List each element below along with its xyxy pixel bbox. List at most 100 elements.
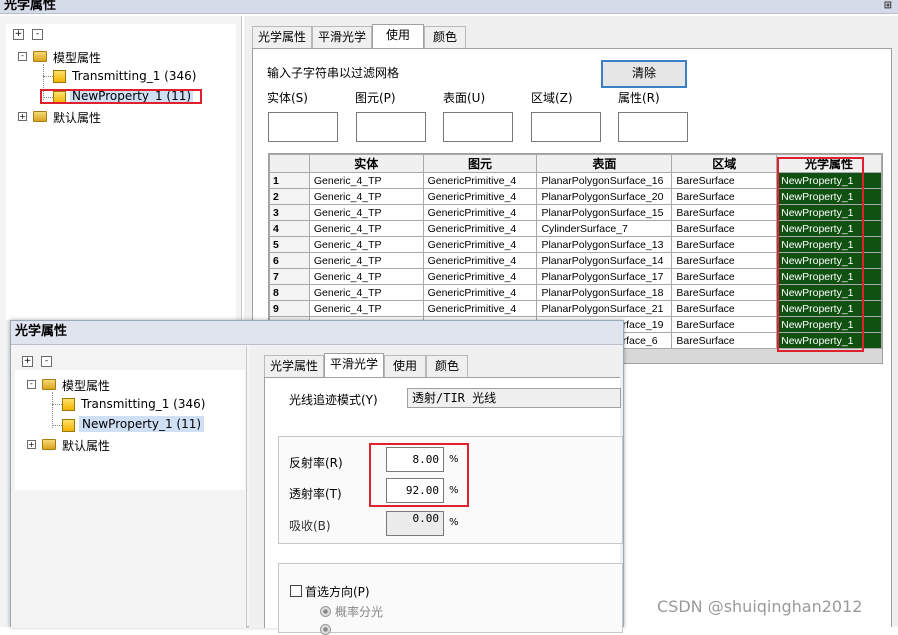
clear-button[interactable]: 清除 (601, 60, 687, 88)
table-cell: BareSurface (671, 316, 778, 333)
preferred-direction-label: 首选方向(P) (305, 585, 370, 599)
tree-toggle-default[interactable]: + (18, 112, 27, 121)
table-cell: GenericPrimitive_4 (422, 300, 538, 317)
float-tree-item-transmitting[interactable]: Transmitting_1 (346) (81, 397, 205, 411)
tree-toggle-model[interactable]: - (18, 52, 27, 61)
table-cell: NewProperty_1 (776, 284, 882, 301)
table-header[interactable]: 图元 (422, 154, 538, 173)
float-tree-item-newproperty[interactable]: NewProperty_1 (11) (79, 416, 205, 432)
table-cell: NewProperty_1 (776, 204, 882, 221)
table-cell: GenericPrimitive_4 (422, 220, 538, 237)
preferred-direction-checkbox[interactable] (290, 585, 302, 597)
table-cell: GenericPrimitive_4 (422, 284, 538, 301)
row-number[interactable]: 7 (269, 268, 310, 285)
table-row[interactable]: 7 Generic_4_TP GenericPrimitive_4 PlanarPol… (269, 268, 882, 285)
filter-hint: 输入子字符串以过滤网格 (267, 66, 400, 80)
absorption-label: 吸收(B) (289, 519, 331, 533)
table-row[interactable]: 3 Generic_4_TP GenericPrimitive_4 PlanarPol… (269, 204, 882, 221)
filter-label-property: 属性(R) (618, 91, 660, 105)
table-row[interactable]: 6 Generic_4_TP GenericPrimitive_4 PlanarPol… (269, 252, 882, 269)
table-cell: PlanarPolygonSurface_21 (536, 300, 673, 317)
table-cell: BareSurface (671, 220, 778, 237)
table-cell: Generic_4_TP (308, 204, 424, 221)
row-number[interactable]: 4 (269, 220, 310, 237)
table-row[interactable]: 1 Generic_4_TP GenericPrimitive_4 PlanarPol… (269, 172, 882, 189)
trace-mode-select[interactable]: 透射/TIR 光线 (407, 388, 621, 408)
float-tree-toggle-default[interactable]: + (27, 440, 36, 449)
table-cell: NewProperty_1 (776, 268, 882, 285)
pin-icon[interactable]: ⊞ (884, 0, 892, 12)
row-number[interactable]: 8 (269, 284, 310, 301)
tree-item-default-properties[interactable]: 默认属性 (53, 109, 101, 126)
float-tree-item-model-properties[interactable]: 模型属性 (62, 377, 110, 394)
float-tab-usage[interactable]: 使用 (384, 355, 426, 377)
probability-split-label: 概率分光 (335, 605, 384, 619)
table-cell: NewProperty_1 (776, 220, 882, 237)
tree-item-newproperty[interactable]: NewProperty_1 (11) (70, 89, 194, 103)
tab-usage[interactable]: 使用 (372, 24, 424, 48)
table-row[interactable]: 8 Generic_4_TP GenericPrimitive_4 PlanarPol… (269, 284, 882, 301)
float-expand-all-button[interactable]: + (22, 356, 33, 367)
filter-entity-input[interactable] (268, 112, 338, 142)
tree-item-transmitting[interactable]: Transmitting_1 (346) (72, 69, 196, 83)
table-cell: GenericPrimitive_4 (422, 172, 538, 189)
trace-mode-label: 光线追迹模式(Y) (289, 393, 378, 407)
tab-optical-properties[interactable]: 光学属性 (252, 26, 312, 48)
table-row[interactable]: 4 Generic_4_TP GenericPrimitive_4 CylinderS… (269, 220, 882, 237)
row-number[interactable]: 9 (269, 300, 310, 317)
table-header[interactable]: 实体 (308, 154, 424, 173)
table-cell: PlanarPolygonSurface_18 (536, 284, 673, 301)
percent-sign: % (449, 485, 459, 496)
table-header[interactable]: 区域 (671, 154, 778, 173)
table-cell: Generic_4_TP (308, 172, 424, 189)
table-cell: BareSurface (671, 300, 778, 317)
float-title-bar: 光学属性 (11, 321, 623, 345)
property-icon (62, 398, 75, 411)
table-header[interactable]: 表面 (536, 154, 673, 173)
filter-label-entity: 实体(S) (267, 91, 308, 105)
table-cell: PlanarPolygonSurface_15 (536, 204, 673, 221)
collapse-all-button[interactable]: - (32, 29, 43, 40)
table-cell: PlanarPolygonSurface_20 (536, 188, 673, 205)
expand-all-button[interactable]: + (13, 29, 24, 40)
filter-primitive-input[interactable] (356, 112, 426, 142)
table-row[interactable]: 2 Generic_4_TP GenericPrimitive_4 PlanarPol… (269, 188, 882, 205)
tab-color[interactable]: 颜色 (424, 26, 466, 48)
filter-region-input[interactable] (531, 112, 601, 142)
transmittance-input[interactable]: 92.00 (386, 478, 444, 503)
float-tab-color[interactable]: 颜色 (426, 355, 468, 377)
float-collapse-all-button[interactable]: - (41, 356, 52, 367)
float-tree-item-default-properties[interactable]: 默认属性 (62, 437, 110, 454)
tree-item-model-properties[interactable]: 模型属性 (53, 49, 101, 66)
filter-surface-input[interactable] (443, 112, 513, 142)
float-tab-optical-properties[interactable]: 光学属性 (264, 355, 324, 377)
table-cell: Generic_4_TP (308, 284, 424, 301)
table-cell: Generic_4_TP (308, 220, 424, 237)
filter-property-input[interactable] (618, 112, 688, 142)
row-number[interactable]: 1 (269, 172, 310, 189)
table-header[interactable]: 光学属性 (776, 154, 882, 173)
table-cell: Generic_4_TP (308, 300, 424, 317)
table-row[interactable]: 9 Generic_4_TP GenericPrimitive_4 PlanarPol… (269, 300, 882, 317)
table-row[interactable]: 5 Generic_4_TP GenericPrimitive_4 PlanarPol… (269, 236, 882, 253)
folder-icon (42, 379, 56, 390)
table-cell: GenericPrimitive_4 (422, 188, 538, 205)
table-cell: NewProperty_1 (776, 188, 882, 205)
tab-smooth-optics[interactable]: 平滑光学 (312, 26, 372, 48)
table-cell: NewProperty_1 (776, 172, 882, 189)
row-number[interactable]: 2 (269, 188, 310, 205)
row-number[interactable]: 3 (269, 204, 310, 221)
table-cell: CylinderSurface_7 (536, 220, 673, 237)
row-number[interactable]: 6 (269, 252, 310, 269)
folder-icon (33, 111, 47, 122)
second-radio[interactable] (320, 624, 331, 635)
probability-split-radio[interactable] (320, 606, 331, 617)
table-cell: PlanarPolygonSurface_14 (536, 252, 673, 269)
main-window-title: 光学属性 (4, 0, 57, 13)
table-header-corner[interactable] (269, 154, 310, 173)
float-tab-smooth-optics[interactable]: 平滑光学 (324, 353, 384, 377)
row-number[interactable]: 5 (269, 236, 310, 253)
property-icon (53, 91, 66, 104)
float-tree-toggle-model[interactable]: - (27, 380, 36, 389)
reflectance-input[interactable]: 8.00 (386, 447, 444, 472)
